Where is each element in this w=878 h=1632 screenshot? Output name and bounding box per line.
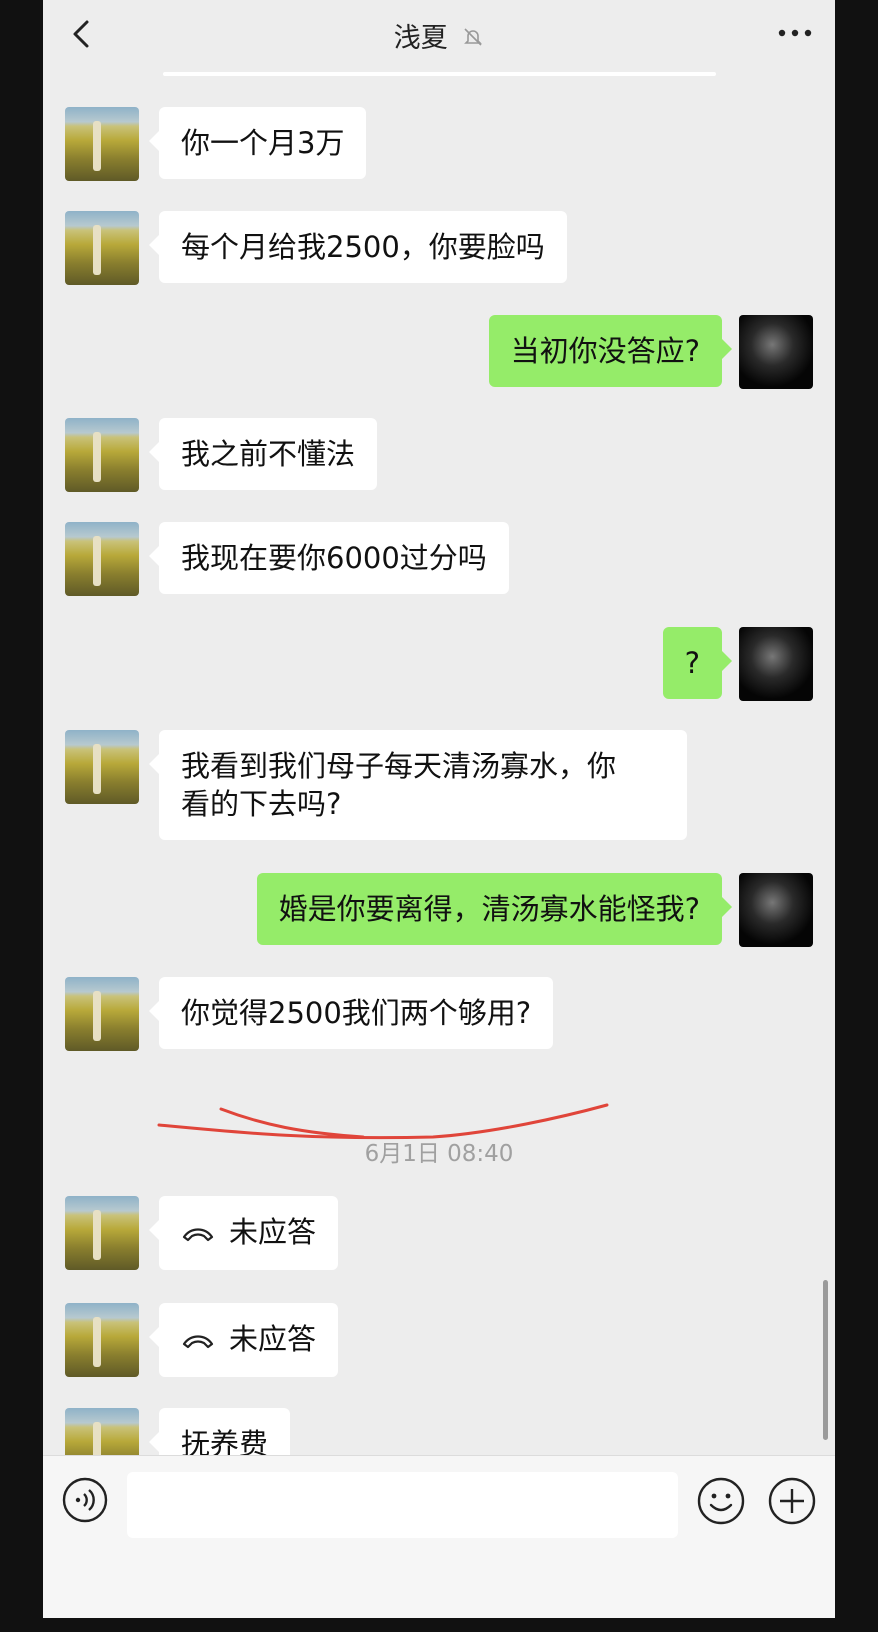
contact-avatar[interactable] <box>65 522 139 596</box>
missed-call-bubble[interactable]: 未应答 <box>148 1303 339 1377</box>
my-avatar[interactable] <box>739 627 813 701</box>
message-text: 未应答 <box>229 1215 317 1249</box>
message-text-line: 看的下去吗? <box>181 787 342 821</box>
message-bubble-incoming[interactable]: 你一个月3万 <box>148 107 367 179</box>
message-text: 当初你没答应? <box>510 334 700 368</box>
chat-screen: 浅夏 你一个月3万 每个月给我2500，你要脸吗 当初你没答应? 我之前不懂法 … <box>43 0 835 1618</box>
message-text: 婚是你要离得，清汤寡水能怪我? <box>278 892 700 926</box>
scrollbar[interactable] <box>823 1280 828 1440</box>
contact-avatar[interactable] <box>65 1196 139 1270</box>
contact-avatar[interactable] <box>65 107 139 181</box>
message-text: 我之前不懂法 <box>181 437 356 471</box>
message-text: 你一个月3万 <box>181 126 345 160</box>
plus-button[interactable] <box>767 1476 817 1526</box>
message-bubble-incoming[interactable]: 每个月给我2500，你要脸吗 <box>149 211 567 283</box>
phone-hangup-icon <box>181 1322 215 1360</box>
message-text: 每个月给我2500，你要脸吗 <box>181 230 545 264</box>
message-text: 未应答 <box>229 1322 317 1356</box>
message-bubble-outgoing[interactable]: 当初你没答应? <box>488 315 733 387</box>
my-avatar[interactable] <box>739 873 813 947</box>
message-text-line: 我看到我们母子每天清汤寡水，你 <box>181 749 617 783</box>
input-bar <box>43 1455 835 1618</box>
timestamp: 6月1日 08:40 <box>364 1141 514 1167</box>
voice-button[interactable] <box>61 1476 109 1524</box>
message-input[interactable] <box>127 1472 678 1538</box>
message-bubble-incoming[interactable]: 我现在要你6000过分吗 <box>149 522 509 594</box>
contact-avatar[interactable] <box>65 977 139 1051</box>
emoji-icon <box>697 1477 745 1525</box>
emoji-button[interactable] <box>696 1476 746 1526</box>
message-bubble-incoming[interactable]: 我之前不懂法 <box>148 418 378 490</box>
message-list[interactable]: 你一个月3万 每个月给我2500，你要脸吗 当初你没答应? 我之前不懂法 我现在… <box>43 0 835 1482</box>
plus-icon <box>768 1477 816 1525</box>
message-bubble-outgoing[interactable]: 婚是你要离得，清汤寡水能怪我? <box>256 873 733 945</box>
contact-avatar[interactable] <box>65 211 139 285</box>
missed-call-bubble[interactable]: 未应答 <box>148 1196 339 1270</box>
message-bubble-outgoing[interactable]: ? <box>662 627 733 699</box>
voice-icon <box>62 1477 108 1523</box>
message-bubble-incoming[interactable]: 我看到我们母子每天清汤寡水，你 看的下去吗? <box>149 730 687 840</box>
my-avatar[interactable] <box>739 315 813 389</box>
message-text: 我现在要你6000过分吗 <box>181 541 487 575</box>
contact-avatar[interactable] <box>65 1303 139 1377</box>
message-bubble-incoming[interactable]: 你觉得2500我们两个够用? <box>148 977 554 1049</box>
phone-hangup-icon <box>181 1215 215 1253</box>
message-text: 你觉得2500我们两个够用? <box>181 996 532 1030</box>
contact-avatar[interactable] <box>65 418 139 492</box>
contact-avatar[interactable] <box>65 730 139 804</box>
message-text: ? <box>684 646 700 680</box>
